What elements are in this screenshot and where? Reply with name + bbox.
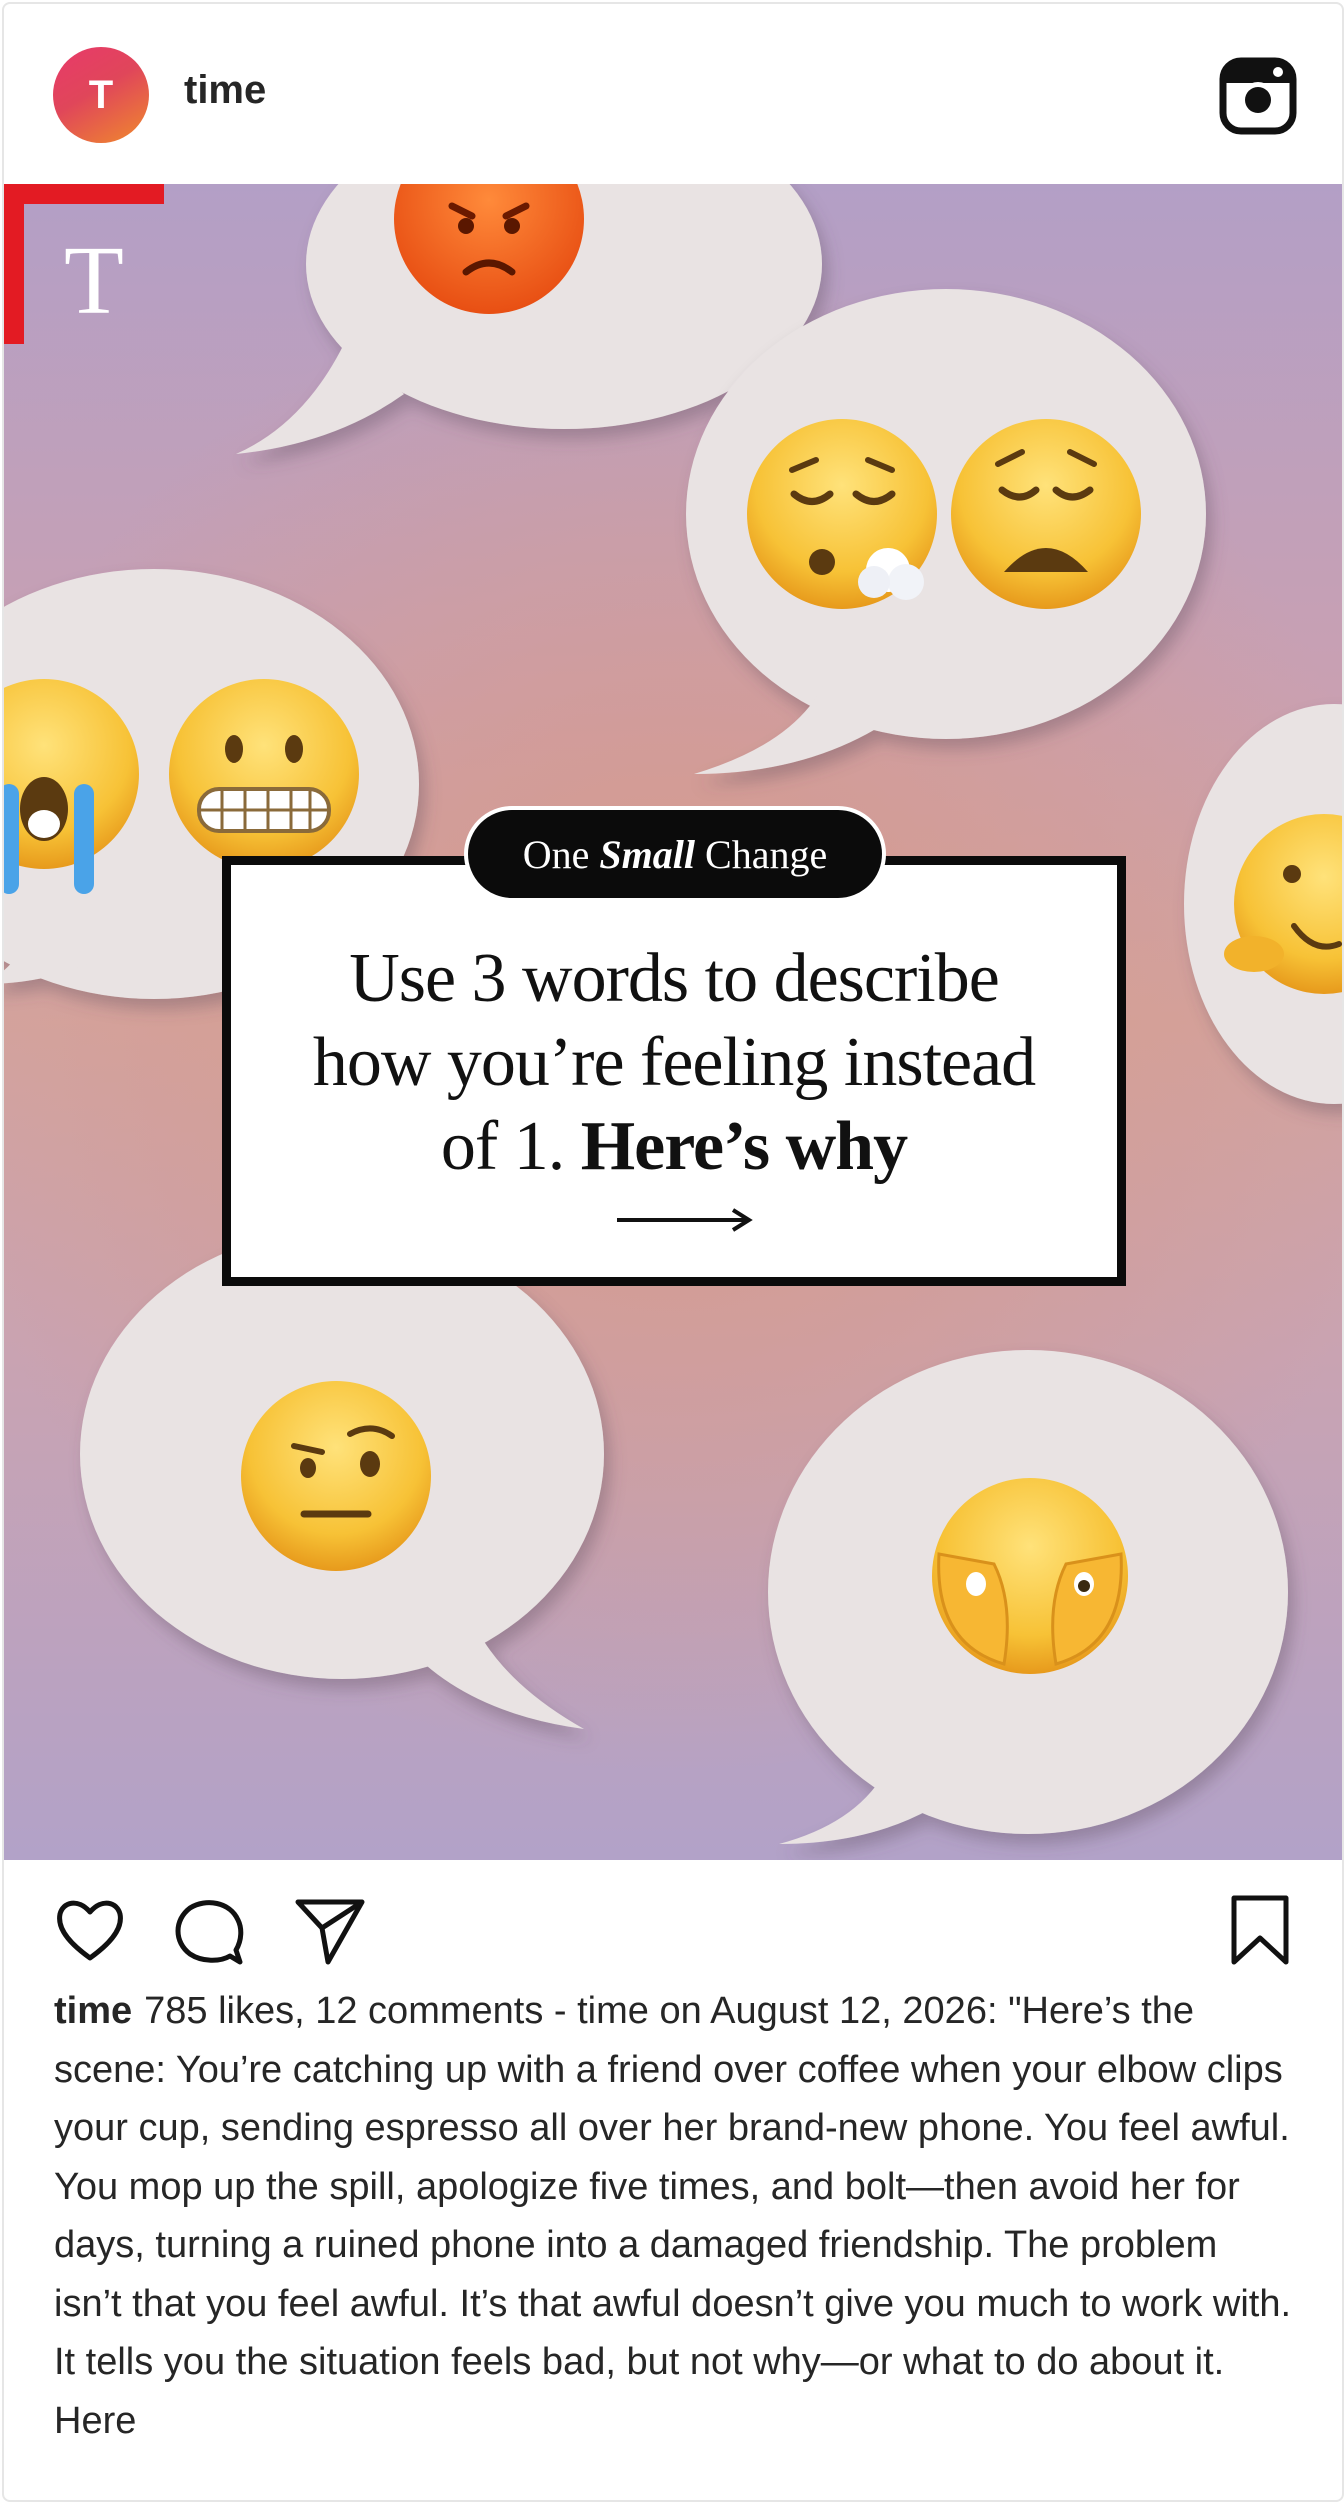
caption-text: 785 likes, 12 comments - time on August … bbox=[54, 1990, 1292, 2442]
headline-line-3-bold: Here’s why bbox=[580, 1108, 908, 1185]
time-logo-letter: T bbox=[64, 227, 124, 335]
raised-eyebrow-face-emoji bbox=[241, 1381, 431, 1571]
headline-line-3-regular: of 1. bbox=[440, 1108, 565, 1185]
headline-box: Use 3 words to describe how you’re feeli… bbox=[222, 856, 1126, 1286]
arrow-right-icon bbox=[617, 1208, 753, 1232]
series-label-emphasis: Small bbox=[599, 831, 696, 877]
headline-line-3: of 1. Here’s why bbox=[231, 1105, 1117, 1189]
weary-face-emoji bbox=[951, 419, 1141, 609]
bookmark-icon[interactable] bbox=[1222, 1892, 1298, 1968]
post-caption: time 785 likes, 12 comments - time on Aug… bbox=[54, 1982, 1294, 2450]
time-logo: T bbox=[4, 184, 164, 344]
headline-text: Use 3 words to describe how you’re feeli… bbox=[231, 937, 1117, 1189]
series-label-pill: One Small Change bbox=[464, 806, 886, 902]
post-card: T time T One Small Change Use 3 words to… bbox=[2, 2, 1344, 2502]
heart-icon[interactable] bbox=[52, 1892, 128, 1968]
avatar[interactable]: T bbox=[53, 47, 149, 143]
headline-line-2: how you’re feeling instead bbox=[312, 1024, 1036, 1101]
peeking-face-emoji bbox=[932, 1478, 1128, 1674]
account-username[interactable]: time bbox=[184, 68, 266, 113]
avatar-letter: T bbox=[88, 72, 114, 117]
sleepy-exhale-face-emoji bbox=[747, 419, 937, 609]
action-bar bbox=[4, 1860, 1342, 1990]
series-label-pre: One bbox=[522, 831, 590, 877]
caption-username[interactable]: time bbox=[54, 1990, 132, 2032]
instagram-icon[interactable] bbox=[1219, 57, 1297, 135]
series-label-post: Change bbox=[705, 831, 828, 877]
post-image[interactable]: T One Small Change Use 3 words to descri… bbox=[4, 184, 1342, 1860]
grimacing-face-emoji bbox=[169, 679, 359, 869]
send-icon[interactable] bbox=[292, 1892, 368, 1968]
post-header: T time bbox=[4, 4, 1342, 184]
headline-line-1: Use 3 words to describe bbox=[349, 940, 1000, 1017]
comment-icon[interactable] bbox=[170, 1892, 246, 1968]
